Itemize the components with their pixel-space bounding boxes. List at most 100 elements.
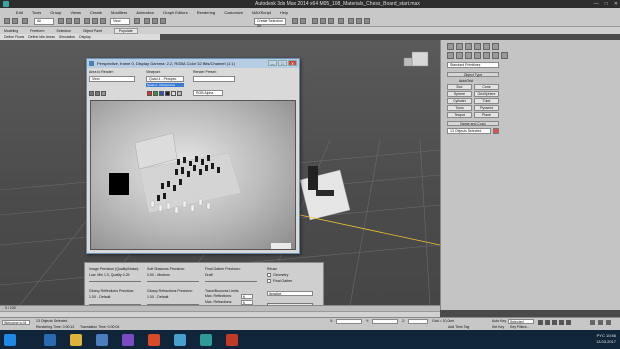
render-setup-icon[interactable] — [348, 18, 354, 24]
pyramid-button[interactable]: Pyramid — [474, 105, 499, 111]
menu-graph-editors[interactable]: Graph Editors — [163, 10, 188, 15]
render-preset-select[interactable] — [193, 76, 235, 82]
display-tab-icon[interactable] — [483, 43, 490, 50]
clock-date[interactable]: 13.03.2017 — [596, 339, 616, 344]
pan-icon[interactable] — [598, 320, 603, 325]
language-indicator[interactable]: PYC — [597, 333, 605, 338]
geometry-checkbox[interactable] — [267, 273, 271, 277]
tube-button[interactable]: Tube — [474, 98, 499, 104]
undo-icon[interactable] — [4, 18, 10, 24]
curve-editor-icon[interactable] — [320, 18, 326, 24]
hierarchy-tab-icon[interactable] — [465, 43, 472, 50]
redo-icon[interactable] — [12, 18, 18, 24]
area-to-render-select[interactable]: View — [89, 76, 135, 82]
next-frame-icon[interactable] — [559, 320, 564, 325]
teapot-button[interactable]: Teapot — [447, 112, 472, 118]
helpers-icon[interactable] — [483, 52, 490, 59]
menu-create[interactable]: Create — [90, 10, 102, 15]
torus-button[interactable]: Torus — [447, 105, 472, 111]
tab-object-paint[interactable]: Object Paint — [83, 29, 102, 33]
render-production-icon[interactable] — [364, 18, 370, 24]
shapes-icon[interactable] — [456, 52, 463, 59]
object-name-field[interactable]: 13 Objects Selected — [447, 128, 491, 134]
lights-icon[interactable] — [465, 52, 472, 59]
schematic-icon[interactable] — [328, 18, 334, 24]
tab-selection[interactable]: Selection — [56, 29, 70, 33]
final-gather-slider[interactable] — [205, 281, 257, 282]
box-button[interactable]: Box — [447, 84, 472, 90]
start-icon[interactable] — [4, 334, 16, 346]
motion-tab-icon[interactable] — [474, 43, 481, 50]
play-icon[interactable] — [552, 320, 557, 325]
subtab-simulation[interactable]: Simulation — [59, 35, 75, 39]
key-filters-button[interactable]: Key Filters... — [510, 325, 529, 329]
key-mode-select[interactable]: Selected — [508, 319, 534, 324]
auto-key-button[interactable]: Auto Key — [492, 319, 506, 323]
minimize-button[interactable]: — — [594, 0, 599, 8]
autogrid-checkbox[interactable]: AutoGrid — [459, 79, 473, 83]
max-reflections-spinner[interactable]: 6 — [241, 294, 253, 299]
go-to-start-icon[interactable] — [538, 320, 543, 325]
cameras-icon[interactable] — [474, 52, 481, 59]
maxscript-listener[interactable]: Welcome to M — [2, 320, 30, 325]
primitive-category-select[interactable]: Standard Primitives — [447, 62, 499, 68]
align-icon[interactable] — [300, 18, 306, 24]
name-and-color-rollout[interactable]: Name and Color — [447, 121, 499, 126]
final-gather-checkbox[interactable] — [267, 279, 271, 283]
plane-button[interactable]: Plane — [474, 112, 499, 118]
render-mode-select[interactable]: Iterative — [267, 291, 313, 296]
z-coord-field[interactable] — [408, 319, 428, 324]
image-precision-slider[interactable] — [89, 281, 141, 282]
previous-frame-icon[interactable] — [545, 320, 550, 325]
tab-modeling[interactable]: Modeling — [4, 29, 18, 33]
x-coord-field[interactable] — [336, 319, 362, 324]
clone-window-icon[interactable] — [101, 91, 106, 96]
file-explorer-icon[interactable] — [70, 334, 82, 346]
menu-help[interactable]: Help — [280, 10, 288, 15]
modify-tab-icon[interactable] — [456, 43, 463, 50]
red-channel-icon[interactable] — [147, 91, 152, 96]
subtab-define-idle-areas[interactable]: Define Idle Areas — [28, 35, 55, 39]
angle-snap-icon[interactable] — [152, 18, 158, 24]
ie-browser-icon[interactable] — [44, 334, 56, 346]
geometry-icon[interactable] — [447, 52, 454, 59]
zoom-icon[interactable] — [590, 320, 595, 325]
opera-icon[interactable] — [148, 334, 160, 346]
percent-snap-icon[interactable] — [160, 18, 166, 24]
menu-customize[interactable]: Customize — [224, 10, 243, 15]
display-channel-select[interactable]: RGB Alpha — [193, 90, 223, 96]
render-minimize-button[interactable]: — — [268, 60, 277, 66]
rendered-frame-icon[interactable] — [356, 18, 362, 24]
render-close-button[interactable]: ✕ — [288, 60, 297, 66]
render-maximize-button[interactable]: □ — [278, 60, 287, 66]
clock-time[interactable]: 10:56 — [606, 333, 616, 338]
pivot-icon[interactable] — [134, 18, 140, 24]
cone-button[interactable]: Cone — [474, 84, 499, 90]
save-image-icon[interactable] — [89, 91, 94, 96]
orbit-icon[interactable] — [606, 320, 611, 325]
move-icon[interactable] — [84, 18, 90, 24]
selection-filter-select[interactable]: All — [34, 18, 54, 25]
acrobat-icon[interactable] — [226, 334, 238, 346]
green-channel-icon[interactable] — [153, 91, 158, 96]
clear-icon[interactable] — [177, 91, 182, 96]
utilities-tab-icon[interactable] — [492, 43, 499, 50]
menu-rendering[interactable]: Rendering — [197, 10, 215, 15]
geosphere-button[interactable]: GeoSphere — [474, 91, 499, 97]
scale-icon[interactable] — [100, 18, 106, 24]
set-key-button[interactable]: Set Key — [492, 325, 504, 329]
3dsmax-logo-icon[interactable] — [3, 1, 9, 7]
menu-modifiers[interactable]: Modifiers — [111, 10, 127, 15]
3dsmax-taskbar-icon[interactable] — [200, 334, 212, 346]
close-button[interactable]: ✕ — [614, 0, 618, 8]
blue-channel-icon[interactable] — [159, 91, 164, 96]
copy-image-icon[interactable] — [95, 91, 100, 96]
reference-coord-select[interactable]: View — [110, 18, 130, 25]
object-type-rollout[interactable]: Object Type — [447, 72, 499, 77]
cylinder-button[interactable]: Cylinder — [447, 98, 472, 104]
menu-maxscript[interactable]: MAXScript — [252, 10, 271, 15]
outlook-icon[interactable] — [96, 334, 108, 346]
spacewarps-icon[interactable] — [492, 52, 499, 59]
create-tab-icon[interactable] — [447, 43, 454, 50]
menu-animation[interactable]: Animation — [136, 10, 154, 15]
